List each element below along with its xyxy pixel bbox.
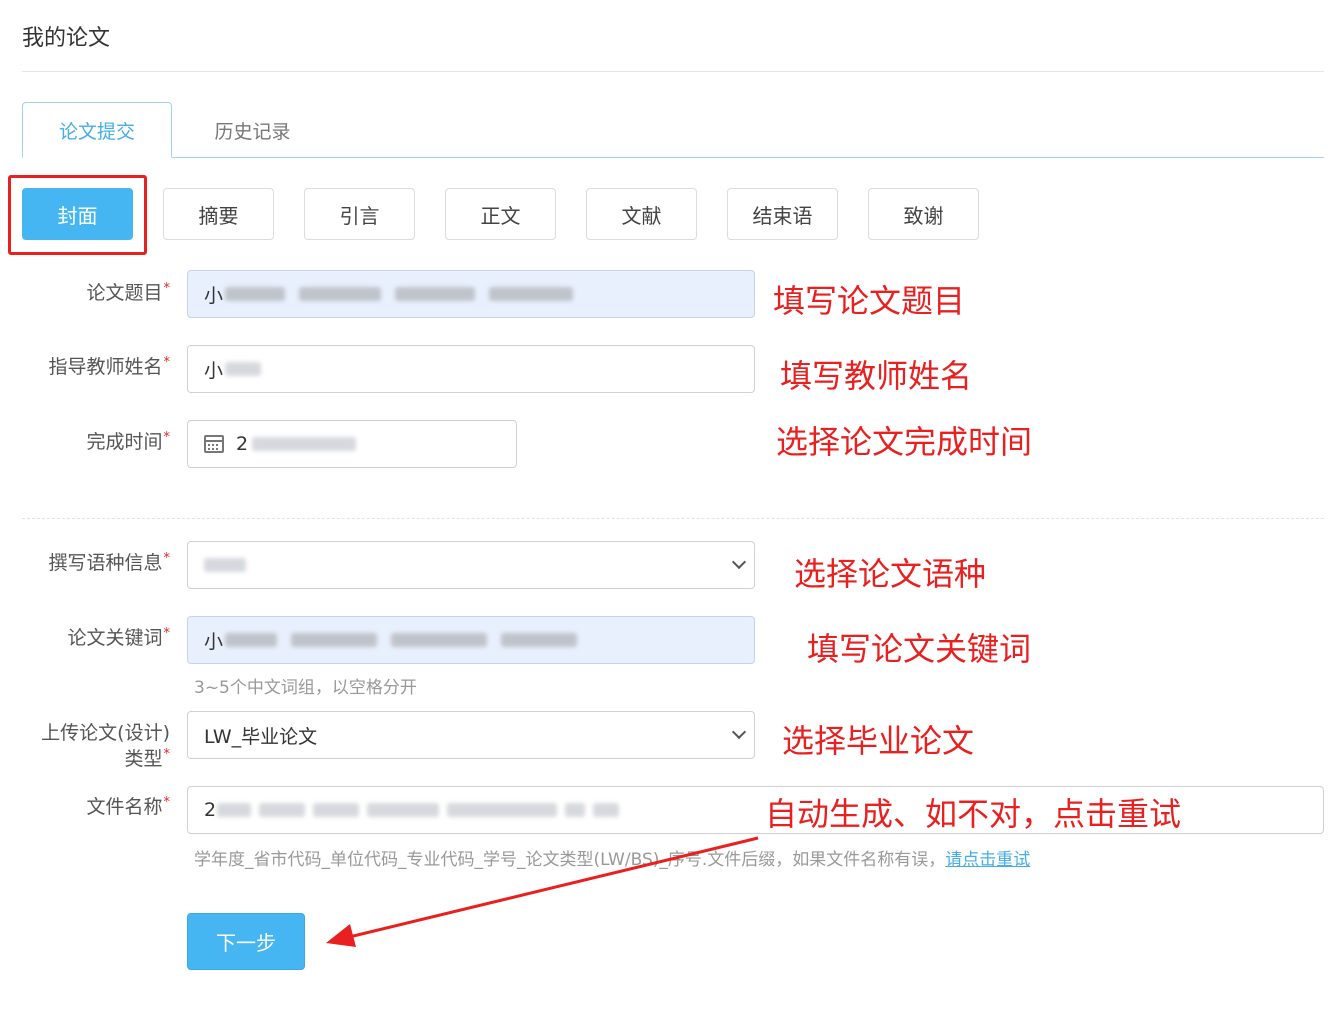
tab-thesis-submit[interactable]: 论文提交 — [22, 102, 172, 158]
annotation-language: 选择论文语种 — [794, 555, 987, 593]
annotation-type: 选择毕业论文 — [782, 722, 975, 760]
language-label: 撰写语种信息* — [48, 551, 171, 574]
completion-time-label: 完成时间* — [86, 430, 171, 453]
annotation-filename: 自动生成、如不对，点击重试 — [765, 795, 1182, 833]
required-mark: * — [163, 430, 171, 445]
advisor-name-prefix: 小 — [204, 359, 224, 382]
annotation-time: 选择论文完成时间 — [776, 423, 1033, 461]
thesis-title-input[interactable]: 小 — [187, 270, 755, 318]
required-mark: * — [163, 626, 171, 641]
upload-type-value: LW_毕业论文 — [204, 725, 318, 748]
annotation-advisor: 填写教师姓名 — [780, 357, 973, 395]
keywords-label: 论文关键词* — [67, 626, 171, 649]
section-button-references[interactable]: 文献 — [586, 188, 697, 240]
language-select[interactable] — [187, 541, 755, 589]
next-step-button[interactable]: 下一步 — [187, 913, 305, 970]
file-name-hint: 学年度_省市代码_单位代码_专业代码_学号_论文类型(LW/BS)_序号.文件后… — [194, 850, 1031, 870]
tab-history[interactable]: 历史记录 — [190, 102, 315, 158]
keywords-hint: 3~5个中文词组，以空格分开 — [194, 678, 417, 698]
upload-type-label: 上传论文(设计) 类型* — [41, 722, 171, 770]
file-name-label: 文件名称* — [86, 795, 171, 818]
chevron-down-icon — [731, 554, 747, 570]
required-mark: * — [163, 281, 171, 296]
title-divider — [22, 71, 1324, 72]
required-mark: * — [163, 355, 171, 370]
thesis-title-prefix: 小 — [204, 284, 224, 307]
section-button-acknowledgement[interactable]: 致谢 — [868, 188, 979, 240]
section-button-conclusion[interactable]: 结束语 — [727, 188, 838, 240]
section-divider — [22, 518, 1324, 519]
required-mark: * — [163, 551, 171, 566]
required-mark: * — [163, 747, 171, 762]
section-button-body[interactable]: 正文 — [445, 188, 556, 240]
keywords-prefix: 小 — [204, 630, 224, 653]
annotation-keywords: 填写论文关键词 — [807, 630, 1032, 668]
keywords-input[interactable]: 小 — [187, 616, 755, 664]
required-mark: * — [163, 795, 171, 810]
thesis-title-label: 论文题目* — [86, 281, 171, 304]
retry-link[interactable]: 请点击重试 — [945, 850, 1030, 870]
advisor-name-label: 指导教师姓名* — [48, 355, 171, 378]
page-title: 我的论文 — [22, 26, 111, 51]
file-name-prefix: 2 — [204, 799, 217, 821]
section-button-abstract[interactable]: 摘要 — [163, 188, 274, 240]
completion-time-picker[interactable]: 2 — [187, 420, 517, 468]
upload-type-select[interactable]: LW_毕业论文 — [187, 711, 755, 759]
section-button-introduction[interactable]: 引言 — [304, 188, 415, 240]
annotation-thesis-title: 填写论文题目 — [773, 282, 966, 320]
calendar-icon — [204, 435, 224, 453]
advisor-name-input[interactable]: 小 — [187, 345, 755, 393]
section-button-cover[interactable]: 封面 — [22, 188, 133, 240]
chevron-down-icon — [731, 724, 747, 740]
completion-time-prefix: 2 — [236, 433, 249, 455]
